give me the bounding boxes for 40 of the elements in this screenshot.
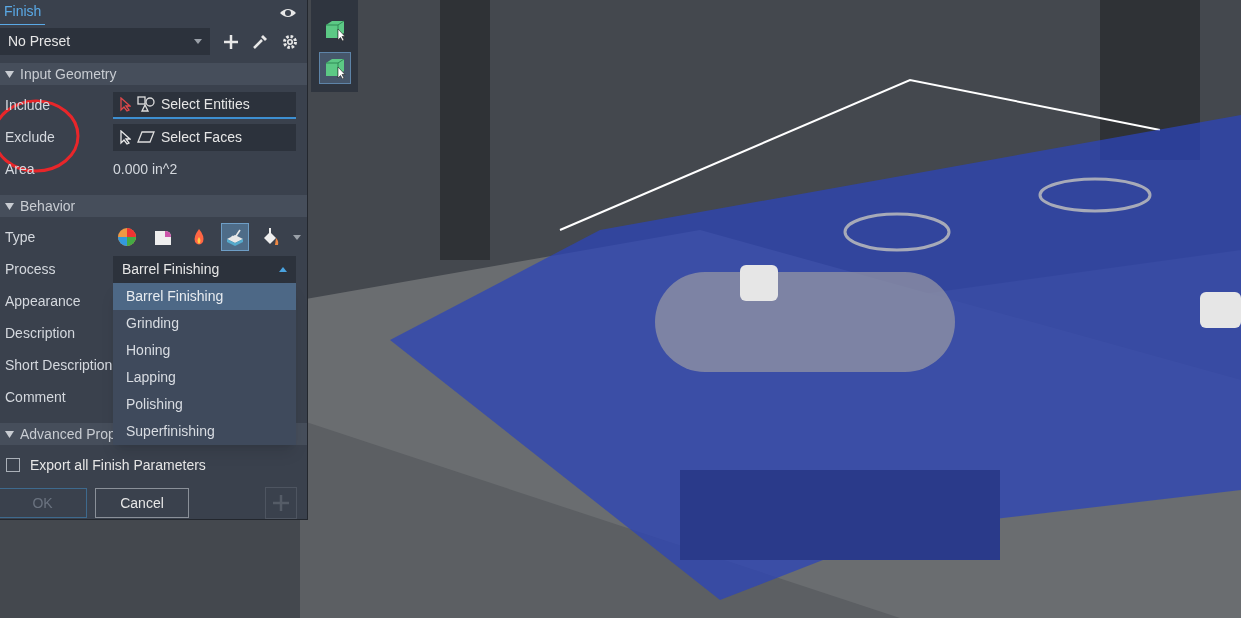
field-label: Process bbox=[5, 260, 56, 277]
eyedropper-icon bbox=[252, 33, 268, 50]
cube-cursor-icon bbox=[323, 19, 346, 41]
dropdown-option[interactable]: Barrel Finishing bbox=[113, 282, 296, 310]
finish-surface-icon bbox=[225, 227, 245, 248]
area-value: 0.000 in^2 bbox=[113, 159, 178, 179]
field-label: Comment bbox=[5, 388, 66, 405]
cursor-icon bbox=[120, 96, 131, 112]
dropdown-option[interactable]: Grinding bbox=[113, 309, 296, 337]
plus-icon bbox=[224, 34, 238, 49]
panel-tab[interactable]: Finish bbox=[0, 0, 46, 25]
settings-icon bbox=[282, 33, 298, 50]
field-label: Description bbox=[5, 324, 76, 341]
face-icon bbox=[137, 131, 155, 144]
field-label: Appearance bbox=[5, 292, 81, 309]
cursor-icon bbox=[120, 129, 131, 145]
cube-cursor-icon bbox=[323, 57, 346, 79]
section-header[interactable]: Input Geometry bbox=[0, 63, 307, 86]
dropdown-option[interactable]: Honing bbox=[113, 336, 296, 364]
color-wheel-icon bbox=[117, 227, 137, 248]
checkbox-label: Export all Finish Parameters bbox=[30, 455, 206, 475]
shapes-icon bbox=[137, 96, 155, 113]
section-header[interactable]: Behavior bbox=[0, 195, 307, 218]
selection-field[interactable]: Select Entities bbox=[113, 91, 296, 119]
field-label: Short Description bbox=[5, 356, 113, 373]
dropdown-option[interactable]: Polishing bbox=[113, 390, 296, 418]
dropdown-option[interactable]: Superfinishing bbox=[113, 417, 296, 445]
field-label: Type bbox=[5, 228, 36, 245]
caret-down-icon bbox=[194, 39, 202, 45]
eye-icon bbox=[279, 6, 297, 19]
selection-field[interactable]: Select Faces bbox=[113, 123, 296, 151]
preset-dropdown[interactable]: No Preset bbox=[0, 28, 210, 56]
caret-down-icon bbox=[293, 234, 301, 240]
field-label: Exclude bbox=[5, 128, 55, 145]
type-button[interactable] bbox=[221, 223, 249, 252]
toolbar-button[interactable] bbox=[318, 52, 351, 84]
plus-icon bbox=[273, 495, 289, 511]
dropdown-option[interactable]: Lapping bbox=[113, 363, 296, 391]
cancel-button[interactable]: Cancel bbox=[95, 488, 189, 518]
checkbox[interactable] bbox=[6, 458, 20, 472]
